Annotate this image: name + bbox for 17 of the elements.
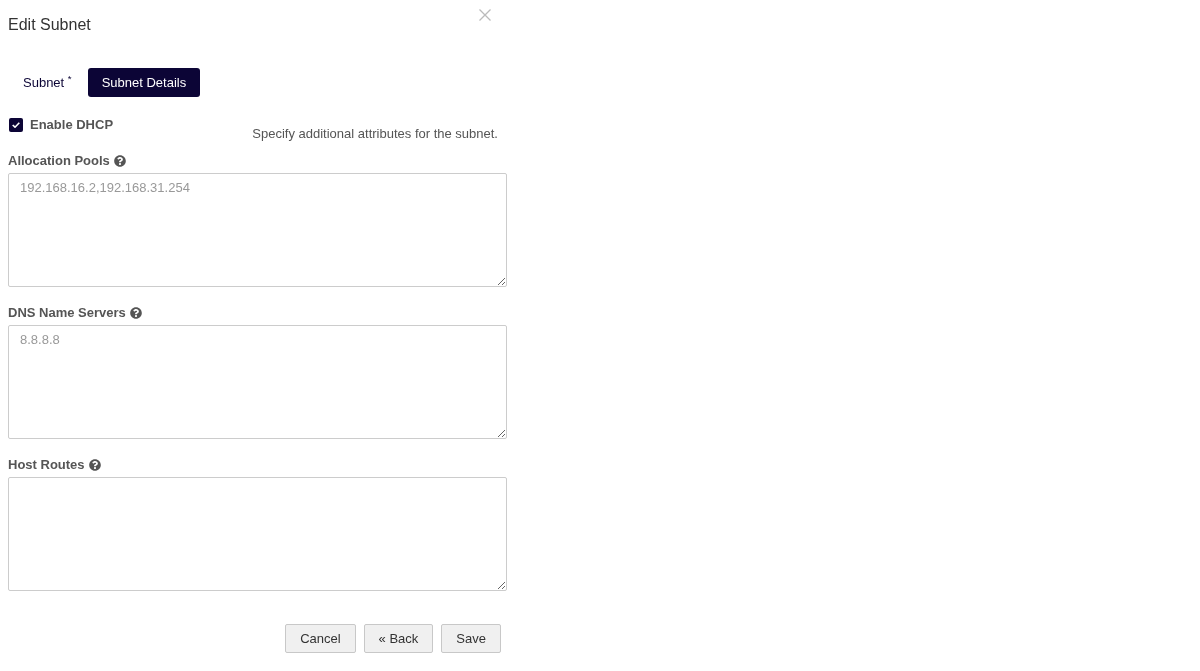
help-icon[interactable] — [129, 307, 142, 319]
help-text: Specify additional attributes for the subnet. — [252, 126, 498, 142]
help-icon[interactable] — [88, 459, 101, 471]
field-label: Host Routes — [8, 456, 85, 474]
tab[interactable]: Subnet $^{*}$ — [9, 68, 86, 97]
text-area-field[interactable] — [8, 477, 507, 591]
checkbox-label: Enable DHCP — [30, 117, 114, 133]
field-label: Allocation Pools — [8, 152, 110, 170]
action-button[interactable]: Cancel — [285, 624, 356, 653]
action-button[interactable]: « Back — [363, 624, 434, 653]
action-button[interactable]: Save — [441, 624, 501, 653]
dialog-title: Edit Subnet — [8, 15, 91, 35]
check-icon — [12, 122, 20, 128]
field-label: DNS Name Servers — [8, 304, 126, 322]
help-icon[interactable] — [113, 155, 126, 167]
checkbox[interactable] — [9, 118, 23, 132]
tab[interactable]: Subnet Details — [87, 68, 201, 97]
